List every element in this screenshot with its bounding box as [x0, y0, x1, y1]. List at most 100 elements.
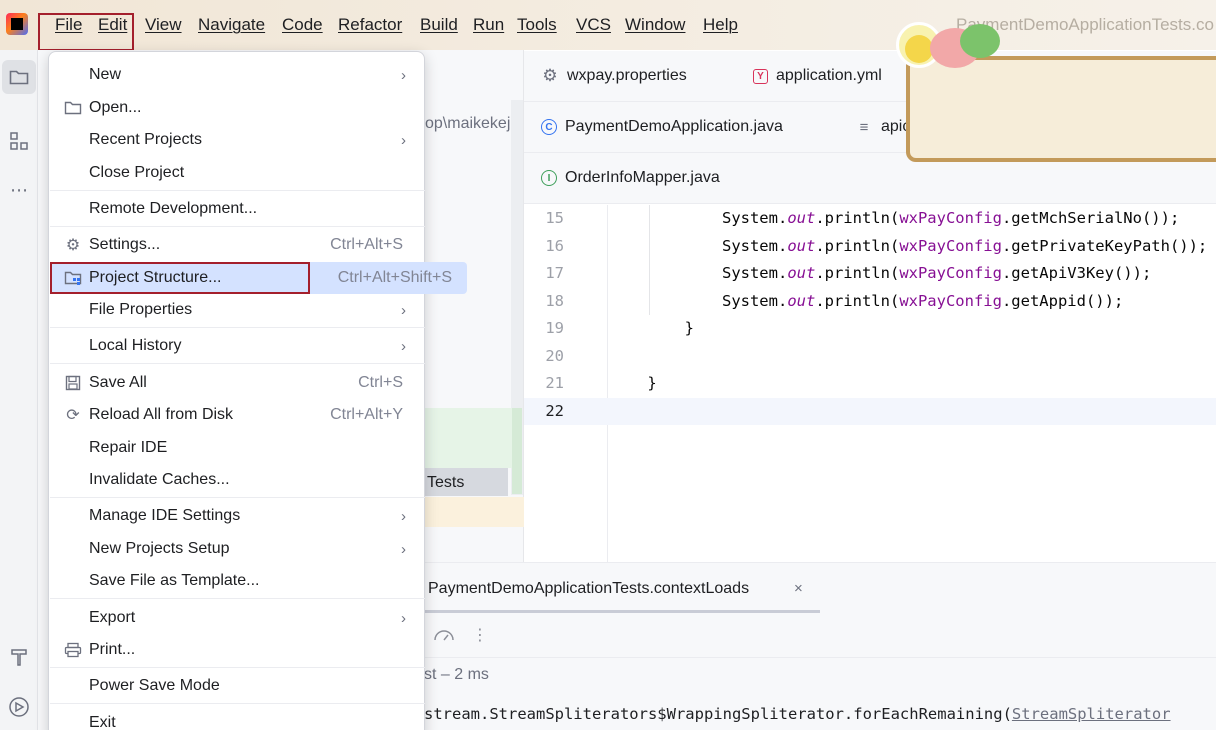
menu-help[interactable]: Help: [703, 15, 738, 35]
menu-separator: [50, 363, 425, 364]
code-token: wxPayConfig: [899, 237, 1002, 255]
left-tool-strip: ⋯: [0, 50, 38, 730]
file-menu-remote-development[interactable]: Remote Development...: [50, 193, 424, 225]
console-stack-link[interactable]: StreamSpliterator: [1012, 705, 1171, 723]
menu-build[interactable]: Build: [420, 15, 458, 35]
code-token: .getAppid());: [1001, 292, 1124, 310]
services-icon[interactable]: [2, 690, 36, 724]
menu-vcs[interactable]: VCS: [576, 15, 611, 35]
intellij-logo-icon: [6, 13, 28, 35]
file-menu-new[interactable]: New ›: [50, 59, 424, 91]
code-token: .println(: [815, 209, 900, 227]
tab-wxpay-properties[interactable]: ⚙ wxpay.properties: [541, 66, 687, 85]
file-menu-file-properties[interactable]: File Properties ›: [50, 294, 424, 326]
tab-order-info-mapper[interactable]: I OrderInfoMapper.java: [541, 169, 720, 187]
file-menu-save-all[interactable]: Save All Ctrl+S: [50, 367, 424, 399]
file-menu-repair-ide[interactable]: Repair IDE: [50, 432, 424, 464]
file-menu-invalidate-caches[interactable]: Invalidate Caches...: [50, 464, 424, 496]
tab-apic[interactable]: ≡ apic: [855, 118, 911, 136]
code-token: System.: [610, 264, 788, 282]
menu-window[interactable]: Window: [625, 15, 685, 35]
file-menu-close-project[interactable]: Close Project: [50, 157, 424, 189]
line-number: 22: [545, 402, 564, 420]
menu-tools[interactable]: Tools: [517, 15, 557, 35]
code-token: }: [610, 374, 657, 392]
close-icon[interactable]: ×: [794, 580, 803, 597]
menu-separator: [50, 497, 425, 498]
gear-icon: ⚙: [542, 66, 558, 85]
file-menu-print[interactable]: Print...: [50, 634, 424, 666]
code-token: .getMchSerialNo());: [1001, 209, 1180, 227]
code-token: System.: [610, 237, 788, 255]
code-line[interactable]: 17 System.out.println(wxPayConfig.getApi…: [524, 260, 1216, 287]
file-menu-manage-ide-settings[interactable]: Manage IDE Settings ›: [50, 500, 424, 532]
chevron-right-icon: ›: [401, 131, 406, 149]
text-file-icon: ≡: [859, 118, 869, 136]
run-tab-label[interactable]: PaymentDemoApplicationTests.contextLoads: [428, 580, 749, 598]
console-output-line: stream.StreamSpliterators$WrappingSplite…: [424, 705, 1171, 723]
file-menu-export[interactable]: Export ›: [50, 602, 424, 634]
more-tools-icon[interactable]: ⋯: [2, 173, 36, 207]
tab-payment-demo-application[interactable]: C PaymentDemoApplication.java: [541, 118, 783, 136]
file-menu-reload-all[interactable]: ⟳ Reload All from Disk Ctrl+Alt+Y: [50, 399, 424, 431]
line-number: 17: [545, 264, 564, 282]
file-menu-open[interactable]: Open...: [50, 92, 424, 124]
build-hammer-icon[interactable]: [2, 640, 36, 674]
menu-view[interactable]: View: [145, 15, 182, 35]
code-line[interactable]: 20: [524, 343, 1216, 370]
gear-icon: ⚙: [65, 237, 81, 254]
run-toolbar: [424, 614, 1216, 658]
file-menu-settings[interactable]: ⚙ Settings... Ctrl+Alt+S: [50, 229, 424, 261]
menu-separator: [50, 190, 425, 191]
code-text: }: [610, 319, 694, 337]
code-line[interactable]: 18 System.out.println(wxPayConfig.getApp…: [524, 288, 1216, 315]
project-selected-row-label: Tests: [427, 474, 465, 491]
menu-refactor[interactable]: Refactor: [338, 15, 402, 35]
code-token: out: [787, 264, 816, 282]
code-token: wxPayConfig: [899, 209, 1002, 227]
project-structure-highlight-annotation: [50, 262, 310, 294]
code-token: wxPayConfig: [899, 264, 1002, 282]
chevron-right-icon: ›: [401, 609, 406, 627]
speedometer-icon[interactable]: [433, 625, 455, 648]
tab-label: wxpay.properties: [567, 67, 687, 84]
file-menu-exit[interactable]: Exit: [50, 707, 424, 730]
menu-run[interactable]: Run: [473, 15, 504, 35]
code-line[interactable]: 21 }: [524, 370, 1216, 397]
code-token: out: [787, 237, 816, 255]
file-menu-power-save-mode[interactable]: Power Save Mode: [50, 670, 424, 702]
menu-separator: [50, 327, 425, 328]
file-edit-highlight-annotation: [38, 13, 134, 51]
structure-icon[interactable]: [2, 124, 36, 158]
tab-application-yml[interactable]: Y application.yml: [753, 67, 882, 85]
interface-icon: I: [541, 170, 557, 186]
code-text: System.out.println(wxPayConfig.getMchSer…: [610, 209, 1179, 227]
code-text: }: [610, 374, 657, 392]
code-line[interactable]: 15 System.out.println(wxPayConfig.getMch…: [524, 205, 1216, 232]
file-menu-new-projects-setup[interactable]: New Projects Setup ›: [50, 533, 424, 565]
code-token: .getPrivateKeyPath());: [1001, 237, 1208, 255]
menu-code[interactable]: Code: [282, 15, 323, 35]
menu-navigate[interactable]: Navigate: [198, 15, 265, 35]
run-tab-underline: [424, 610, 820, 613]
project-folder-icon[interactable]: [2, 60, 36, 94]
code-line[interactable]: 22: [524, 398, 1216, 425]
code-text: System.out.println(wxPayConfig.getApiV3K…: [610, 264, 1151, 282]
file-menu-save-file-as-template[interactable]: Save File as Template...: [50, 565, 424, 597]
line-number: 15: [545, 209, 564, 227]
console-text: stream.StreamSpliterators$WrappingSplite…: [424, 705, 1012, 723]
file-menu-dropdown: New › Open... Recent Projects › Close Pr…: [48, 51, 467, 730]
project-scrollbar-thumb[interactable]: [512, 408, 522, 494]
more-vertical-icon[interactable]: ⋮: [472, 625, 488, 645]
code-token: System.: [610, 292, 788, 310]
line-number: 19: [545, 319, 564, 337]
file-menu-local-history[interactable]: Local History ›: [50, 330, 424, 362]
mascot-yolk-icon: [905, 35, 933, 63]
code-line[interactable]: 19 }: [524, 315, 1216, 342]
project-path-fragment: op\maikekeji\: [425, 115, 519, 132]
file-menu-recent-projects[interactable]: Recent Projects ›: [50, 124, 424, 156]
menu-separator: [50, 226, 425, 227]
code-line[interactable]: 16 System.out.println(wxPayConfig.getPri…: [524, 233, 1216, 260]
tab-label: OrderInfoMapper.java: [565, 169, 720, 186]
menu-separator: [50, 703, 425, 704]
